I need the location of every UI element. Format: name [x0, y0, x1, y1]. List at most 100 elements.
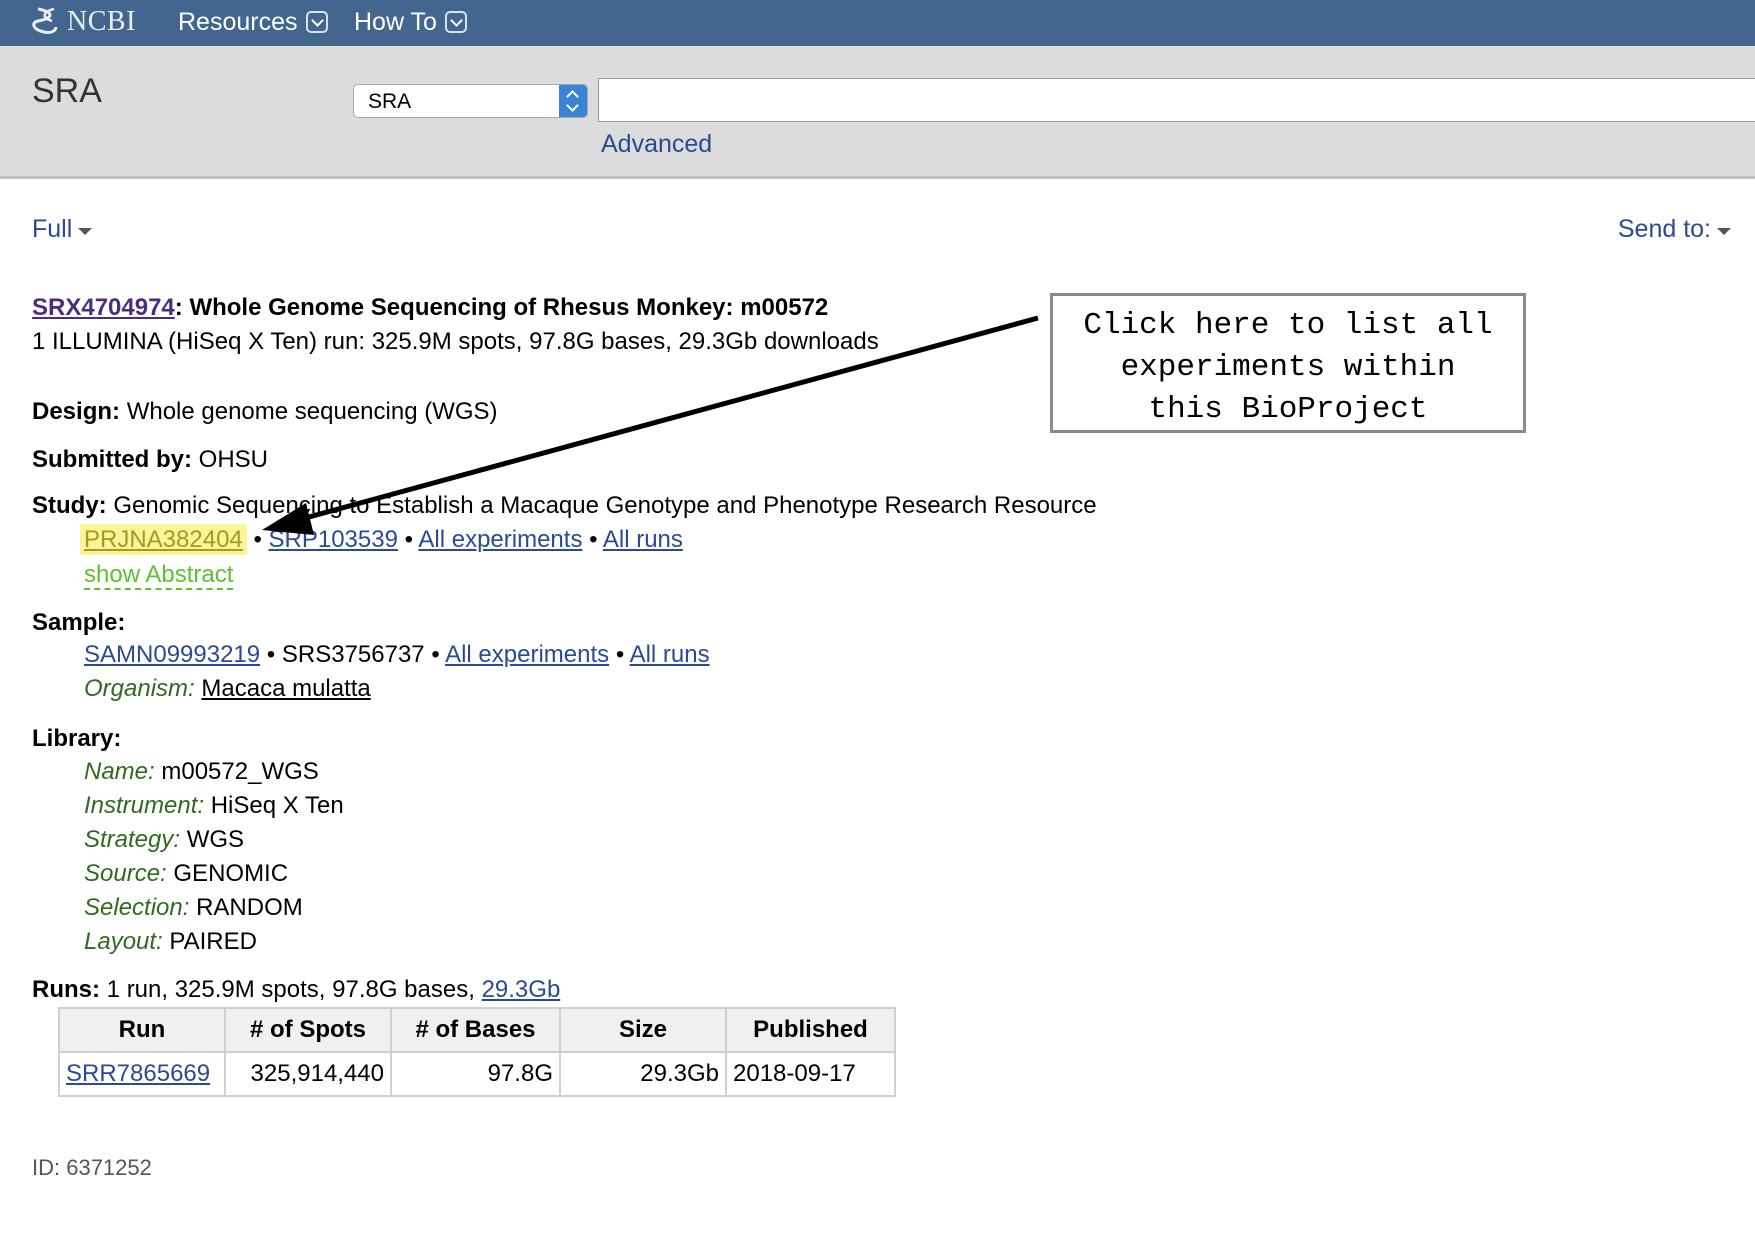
show-abstract-toggle[interactable]: show Abstract	[84, 561, 234, 590]
ncbi-logo-text: NCBI	[67, 6, 136, 37]
database-select[interactable]: SRA	[353, 84, 588, 118]
study-links: PRJNA382404 • SRP103539 • All experiment…	[80, 524, 683, 555]
column-header-bases: # of Bases	[390, 1007, 561, 1053]
ncbi-top-nav: NCBI Resources How To	[0, 0, 1755, 46]
nav-resources-menu[interactable]: Resources	[178, 6, 328, 38]
runs-summary: 1 run, 325.9M spots, 97.8G bases,	[106, 976, 475, 1003]
runs-summary-row: Runs: 1 run, 325.9M spots, 97.8G bases, …	[32, 976, 560, 1004]
library-field-label: Name:	[84, 758, 155, 785]
bullet-separator: •	[253, 526, 262, 553]
nav-howto-label: How To	[354, 7, 437, 36]
study-title: Genomic Sequencing to Establish a Macaqu…	[113, 492, 1097, 519]
library-field-value: m00572_WGS	[161, 758, 319, 785]
ncbi-logo[interactable]: NCBI	[32, 6, 136, 38]
sample-all-runs-link[interactable]: All runs	[630, 641, 710, 668]
run-cell: SRR7865669	[58, 1051, 226, 1097]
display-format-label: Full	[32, 215, 73, 243]
study-label: Study:	[32, 492, 107, 519]
run-accession-link[interactable]: SRR7865669	[66, 1060, 210, 1087]
column-header-published: Published	[725, 1007, 896, 1053]
library-field-label: Strategy:	[84, 826, 181, 853]
ncbi-helix-icon	[32, 7, 58, 34]
record-uid: ID: 6371252	[32, 1155, 152, 1180]
bullet-separator: •	[589, 526, 598, 553]
submitted-label: Submitted by:	[32, 446, 192, 473]
database-select-value: SRA	[368, 90, 412, 113]
runs-table: Run # of Spots # of Bases Size Published…	[58, 1007, 896, 1097]
record-summary: 1 ILLUMINA (HiSeq X Ten) run: 325.9M spo…	[32, 328, 879, 355]
table-row: SRR7865669 325,914,440 97.8G 29.3Gb 2018…	[58, 1051, 896, 1097]
column-header-size: Size	[559, 1007, 727, 1053]
caret-down-icon	[78, 228, 93, 235]
search-bar-area: SRA SRA Advanced	[0, 46, 1755, 179]
library-field-label: Instrument:	[84, 792, 205, 819]
database-title: SRA	[32, 72, 102, 110]
display-format-menu[interactable]: Full	[32, 215, 93, 244]
library-field-value: HiSeq X Ten	[210, 792, 344, 819]
biosample-link[interactable]: SAMN09993219	[84, 641, 260, 668]
sample-all-experiments-link[interactable]: All experiments	[445, 641, 609, 668]
library-name-row: Name: m00572_WGS	[84, 758, 319, 786]
experiment-accession-link[interactable]: SRX4704974	[32, 294, 175, 321]
show-abstract-label: show Abstract	[84, 561, 234, 590]
library-selection-row: Selection: RANDOM	[84, 894, 303, 922]
callout-line: experiments within	[1120, 350, 1456, 385]
spots-cell: 325,914,440	[224, 1051, 392, 1097]
organism-link[interactable]: Macaca mulatta	[201, 675, 370, 702]
annotation-callout-box: Click here to list all experiments withi…	[1050, 293, 1526, 433]
size-cell: 29.3Gb	[559, 1051, 727, 1097]
study-all-runs-link[interactable]: All runs	[603, 526, 683, 553]
library-field-value: RANDOM	[196, 894, 303, 921]
sample-label: Sample:	[32, 609, 126, 636]
column-header-spots: # of Spots	[224, 1007, 392, 1053]
bullet-separator: •	[404, 526, 414, 553]
record-title: Whole Genome Sequencing of Rhesus Monkey…	[189, 294, 829, 321]
bioproject-link[interactable]: PRJNA382404	[80, 524, 247, 555]
bullet-separator: •	[266, 641, 276, 668]
organism-row: Organism: Macaca mulatta	[84, 675, 371, 703]
bullet-separator: •	[615, 641, 625, 668]
bullet-separator: •	[431, 641, 440, 668]
published-cell: 2018-09-17	[725, 1051, 896, 1097]
bases-cell: 97.8G	[390, 1051, 561, 1097]
library-field-label: Layout:	[84, 928, 163, 955]
nav-howto-menu[interactable]: How To	[354, 6, 467, 38]
table-header-row: Run # of Spots # of Bases Size Published	[58, 1007, 896, 1053]
callout-line: this BioProject	[1148, 392, 1428, 427]
callout-line: Click here to list all	[1083, 308, 1493, 343]
chevron-down-icon	[444, 11, 467, 33]
library-layout-row: Layout: PAIRED	[84, 928, 257, 956]
runs-size-link[interactable]: 29.3Gb	[482, 976, 561, 1003]
nav-resources-label: Resources	[178, 7, 298, 36]
library-strategy-row: Strategy: WGS	[84, 826, 244, 854]
library-field-label: Source:	[84, 860, 167, 887]
send-to-label: Send to:	[1617, 215, 1711, 243]
study-srp-link[interactable]: SRP103539	[269, 526, 398, 553]
sample-links: SAMN09993219 • SRS3756737 • All experime…	[84, 641, 710, 669]
send-to-menu[interactable]: Send to:	[1618, 215, 1731, 244]
organism-label: Organism:	[84, 675, 195, 702]
search-input[interactable]	[598, 78, 1755, 122]
column-header-run: Run	[58, 1007, 226, 1053]
study-row: Study: Genomic Sequencing to Establish a…	[32, 492, 1097, 520]
submitted-row: Submitted by: OHSU	[32, 446, 268, 474]
caret-down-icon	[1717, 228, 1731, 235]
library-field-value: WGS	[186, 826, 245, 853]
library-field-label: Selection:	[84, 894, 190, 921]
library-source-row: Source: GENOMIC	[84, 860, 288, 888]
advanced-search-link[interactable]: Advanced	[601, 130, 712, 159]
record-title-line: SRX4704974: Whole Genome Sequencing of R…	[32, 294, 828, 322]
runs-label: Runs:	[32, 976, 100, 1003]
study-all-experiments-link[interactable]: All experiments	[418, 526, 582, 553]
select-arrows-icon	[559, 85, 587, 117]
chevron-down-icon	[305, 11, 328, 33]
submitted-value: OHSU	[198, 446, 269, 473]
design-label: Design:	[32, 398, 121, 425]
library-field-value: PAIRED	[169, 928, 257, 955]
library-label: Library:	[32, 725, 122, 752]
design-row: Design: Whole genome sequencing (WGS)	[32, 398, 498, 426]
design-value: Whole genome sequencing (WGS)	[126, 398, 498, 425]
title-separator: :	[174, 294, 183, 321]
library-instrument-row: Instrument: HiSeq X Ten	[84, 792, 344, 820]
sample-srs-accession: SRS3756737	[281, 641, 425, 668]
